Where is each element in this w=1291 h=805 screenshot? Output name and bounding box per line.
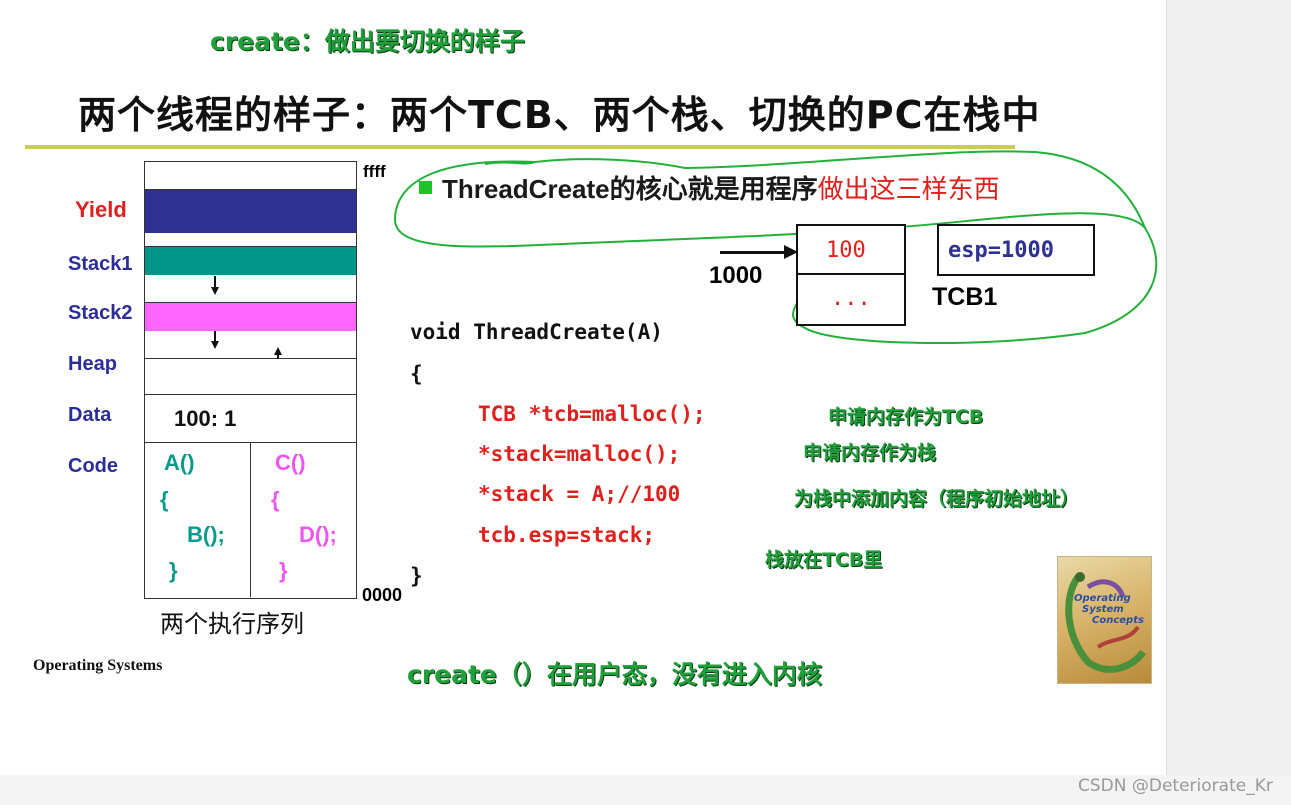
tcb-box: esp=1000 [937, 224, 1095, 276]
stack2-arrow-icon [211, 341, 219, 349]
code-line-3: *stack = A;//100 [478, 482, 681, 506]
stack-memory-box: 100 ... [796, 224, 906, 326]
bullet-text: ThreadCreate的核心就是用程序做出这三样东西 [442, 169, 1000, 206]
book-cover-image: Operating System Concepts [1057, 556, 1152, 684]
stack1-segment [145, 246, 356, 275]
stack-cell-bottom: ... [831, 286, 871, 311]
code-a-line1: A() [164, 450, 195, 475]
annotation-2: 申请内存作为栈 [803, 442, 937, 464]
data-value: 100: 1 [174, 406, 237, 431]
stack1-arrow-icon [211, 287, 219, 295]
code-a-line2: { [160, 487, 169, 512]
bullet-highlight: 做出这三样东西 [817, 174, 1000, 204]
code-open-brace: { [410, 362, 423, 386]
heap-divider [145, 358, 356, 359]
code-divider [250, 443, 251, 597]
annotation-4: 栈放在TCB里 [765, 549, 883, 571]
code-line-4: tcb.esp=stack; [478, 523, 656, 547]
code-c-line2: { [271, 487, 280, 512]
tcb-esp: esp=1000 [948, 238, 1054, 263]
pointer-label: 1000 [709, 262, 763, 289]
code-signature: void ThreadCreate(A) [410, 320, 663, 344]
book-title-1: Operating [1074, 593, 1131, 604]
footer-left: Operating Systems [33, 657, 163, 674]
bottom-note: create（）在用户态，没有进入内核 [407, 660, 822, 689]
bullet-main: ThreadCreate的核心就是用程序 [442, 174, 818, 204]
label-stack1: Stack1 [68, 253, 133, 275]
memory-diagram: 100: 1 A() { B(); } C() { D(); } [144, 161, 357, 599]
stack2-segment [145, 302, 356, 331]
book-title-3: Concepts [1092, 615, 1144, 626]
bullet-square-icon [419, 181, 432, 194]
code-c-line3: D(); [299, 522, 337, 547]
code-close-brace: } [410, 564, 423, 588]
book-title-2: System [1082, 604, 1124, 615]
code-a-line3: B(); [187, 522, 225, 547]
yield-segment [145, 189, 356, 233]
annotation-1: 申请内存作为TCB [828, 406, 984, 428]
label-data: Data [68, 404, 112, 426]
code-line-1: TCB *tcb=malloc(); [478, 402, 706, 426]
label-heap: Heap [68, 353, 117, 375]
top-address: ffff [363, 162, 386, 181]
code-c-line4: } [279, 558, 288, 583]
bottom-address: 0000 [362, 585, 403, 605]
top-note: create：做出要切换的样子 [210, 27, 525, 56]
memory-caption: 两个执行序列 [160, 610, 304, 638]
label-code: Code [68, 455, 118, 477]
tcb-name: TCB1 [932, 283, 998, 311]
slide-title: 两个线程的样子：两个TCB、两个栈、切换的PC在栈中 [78, 93, 1041, 137]
code-c-line1: C() [275, 450, 306, 475]
label-stack2: Stack2 [68, 302, 133, 324]
slide: create：做出要切换的样子 两个线程的样子：两个TCB、两个栈、切换的PC在… [0, 0, 1167, 775]
stack-cell-top: 100 [826, 238, 866, 263]
watermark: CSDN @Deteriorate_Kr [1078, 776, 1273, 796]
annotation-3: 为栈中添加内容（程序初始地址） [794, 488, 1080, 510]
label-yield: Yield [75, 197, 127, 222]
code-line-2: *stack=malloc(); [478, 442, 681, 466]
code-a-line4: } [169, 558, 178, 583]
pointer-arrow-line [720, 251, 786, 254]
